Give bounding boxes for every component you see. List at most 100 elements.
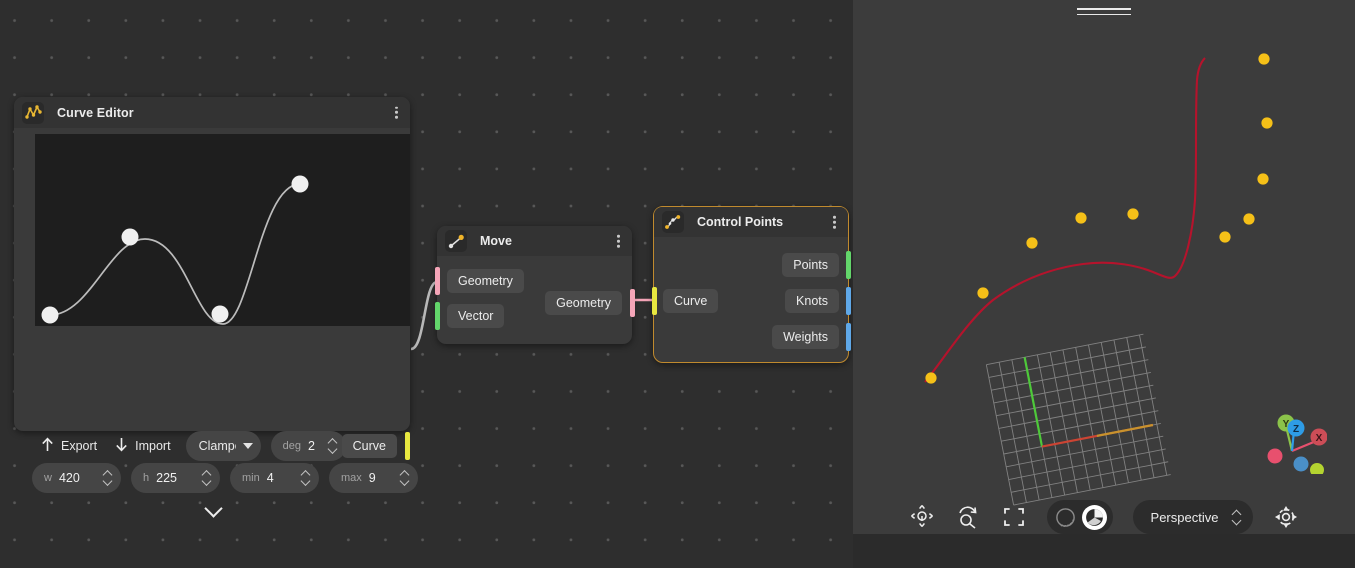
chevron-down-icon[interactable]: [328, 448, 337, 453]
chevron-down-icon: [1232, 519, 1241, 524]
viewport-control-point[interactable]: [1219, 231, 1230, 242]
viewport-bottom-strip: [853, 534, 1355, 568]
curve-output-label[interactable]: Curve: [342, 434, 397, 458]
ground-grid: [986, 334, 1170, 505]
min-stepper-arrows[interactable]: [301, 472, 310, 485]
port-label-weights-out: Weights: [772, 325, 839, 349]
socket-weights-out[interactable]: [846, 323, 851, 351]
viewport-curve: [925, 58, 1205, 382]
axis-ball-neg-z[interactable]: [1294, 457, 1309, 472]
chevron-down-icon[interactable]: [301, 480, 310, 485]
curve-editor-collapse-button[interactable]: [14, 495, 410, 519]
arrow-up-icon: [41, 437, 54, 455]
viewport-3d[interactable]: Y Z X: [853, 0, 1355, 534]
width-label: w: [44, 472, 52, 484]
viewport-control-point[interactable]: [1026, 237, 1037, 248]
move-vector-icon: [445, 230, 467, 252]
degree-stepper[interactable]: deg 2: [271, 431, 346, 461]
sphere-wireframe-icon[interactable]: [1053, 505, 1078, 530]
kebab-menu-icon[interactable]: [393, 104, 400, 121]
curve-path: [50, 184, 300, 324]
height-stepper[interactable]: h 225: [131, 463, 220, 493]
curve-editor-graph[interactable]: [35, 134, 410, 326]
curve-output-socket[interactable]: [405, 432, 410, 460]
height-stepper-arrows[interactable]: [202, 472, 211, 485]
degree-label: deg: [283, 440, 301, 452]
viewport-control-point[interactable]: [1261, 117, 1272, 128]
degree-stepper-arrows[interactable]: [328, 440, 337, 453]
curve-editor-panel[interactable]: Curve Editor: [14, 97, 410, 431]
viewport-control-point[interactable]: [1243, 213, 1254, 224]
curve-graph-svg: [35, 134, 410, 326]
max-stepper[interactable]: max 9: [329, 463, 418, 493]
rotate-view-icon[interactable]: [955, 504, 981, 530]
chevron-down-icon[interactable]: [400, 480, 409, 485]
node-editor-canvas[interactable]: Curve Editor: [0, 0, 853, 568]
kebab-menu-icon[interactable]: [615, 233, 622, 250]
width-stepper[interactable]: w 420: [32, 463, 121, 493]
viewport-control-point[interactable]: [1075, 212, 1086, 223]
viewport-toolbar: Perspective: [853, 500, 1355, 534]
viewport-control-points[interactable]: [925, 53, 1272, 383]
node-control-points-input-curve[interactable]: Curve: [654, 286, 848, 316]
chevron-down-icon[interactable]: [202, 480, 211, 485]
caret-down-icon: [243, 443, 253, 449]
node-control-points-output-points[interactable]: Points: [654, 250, 848, 280]
node-control-points[interactable]: Control Points Points Knots Weights Curv…: [653, 206, 849, 363]
viewport-control-point[interactable]: [1127, 208, 1138, 219]
projection-select[interactable]: Perspective: [1133, 500, 1254, 534]
curve-control-point[interactable]: [42, 307, 59, 324]
import-button[interactable]: Import: [106, 431, 179, 461]
shading-mode-toggle[interactable]: [1047, 500, 1113, 534]
curve-zigzag-icon: [22, 102, 44, 124]
curve-control-point[interactable]: [212, 306, 229, 323]
fullscreen-icon[interactable]: [1001, 504, 1027, 530]
arrow-down-icon: [115, 437, 128, 455]
curve-control-point[interactable]: [292, 176, 309, 193]
axis-ball-neg-x[interactable]: [1268, 449, 1283, 464]
sphere-solid-icon[interactable]: [1082, 505, 1107, 530]
node-control-points-title: Control Points: [697, 215, 783, 229]
chevron-down-icon: [204, 502, 221, 512]
max-stepper-arrows[interactable]: [400, 472, 409, 485]
grid-y-axis: [1025, 357, 1042, 446]
curve-editor-header[interactable]: Curve Editor: [14, 97, 410, 128]
curve-editor-toolbar-row-1: Export Import Clamped deg 2: [32, 430, 346, 462]
curve-control-point[interactable]: [122, 229, 139, 246]
axis-gizmo-svg: Y Z X: [1257, 404, 1327, 474]
axis-gizmo[interactable]: Y Z X: [1257, 404, 1327, 474]
width-stepper-arrows[interactable]: [103, 472, 112, 485]
viewport-control-point[interactable]: [1258, 53, 1269, 64]
axis-ball-neg-y[interactable]: [1310, 463, 1324, 474]
axis-label-z: Z: [1293, 424, 1299, 435]
viewport-control-point[interactable]: [1257, 173, 1268, 184]
curve-mode-dropdown[interactable]: Clamped: [186, 431, 261, 461]
control-points-icon: [662, 211, 684, 233]
viewport-control-point[interactable]: [977, 287, 988, 298]
orbit-move-icon[interactable]: [909, 504, 935, 530]
node-move-header[interactable]: Move: [437, 226, 632, 256]
socket-geometry-out[interactable]: [630, 289, 635, 317]
socket-curve-in[interactable]: [652, 287, 657, 315]
gear-icon[interactable]: [1273, 504, 1299, 530]
kebab-menu-icon[interactable]: [831, 214, 838, 231]
width-value: 420: [59, 471, 80, 485]
link-curve-to-move: [411, 282, 437, 349]
up-down-chevron-icon[interactable]: [1232, 511, 1241, 524]
node-move-output-geometry[interactable]: Geometry: [437, 288, 632, 318]
port-label-points-out: Points: [782, 253, 839, 277]
min-label: min: [242, 472, 260, 484]
max-value: 9: [369, 471, 376, 485]
chevron-down-icon[interactable]: [103, 480, 112, 485]
max-label: max: [341, 472, 362, 484]
node-control-points-output-weights[interactable]: Weights: [654, 322, 848, 352]
socket-points-out[interactable]: [846, 251, 851, 279]
port-label-curve-in: Curve: [663, 289, 718, 313]
min-stepper[interactable]: min 4: [230, 463, 319, 493]
node-move[interactable]: Move Geometry Vector Geometry: [437, 226, 632, 344]
node-control-points-header[interactable]: Control Points: [654, 207, 848, 237]
viewport-control-point[interactable]: [925, 372, 936, 383]
chevron-up-icon: [1232, 511, 1241, 516]
export-button[interactable]: Export: [32, 431, 106, 461]
curve-editor-output-row: Curve: [342, 432, 410, 460]
